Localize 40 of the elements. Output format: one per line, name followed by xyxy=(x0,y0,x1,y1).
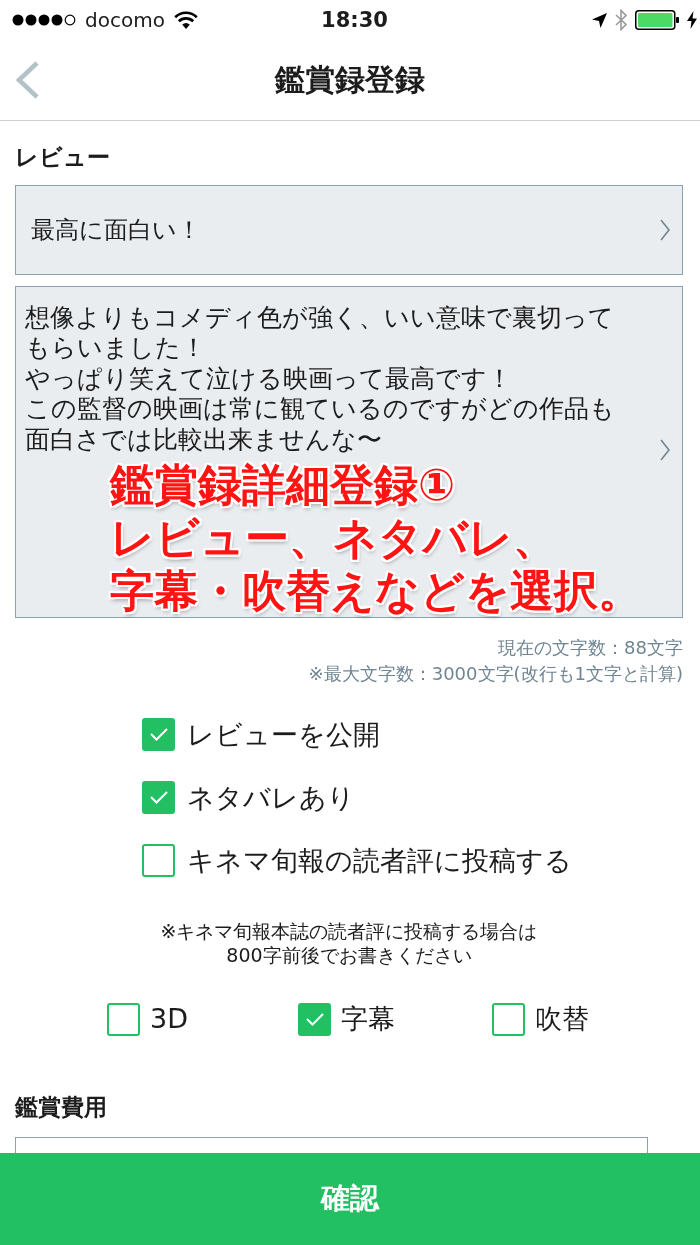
checkbox-label: キネマ旬報の読者評に投稿する xyxy=(187,843,572,878)
checkbox[interactable] xyxy=(142,718,175,751)
char-limit-text: ※最大文字数：3000文字(改行も1文字と計算) xyxy=(308,662,683,686)
checkbox[interactable] xyxy=(492,1002,525,1036)
chevron-right-icon xyxy=(660,218,670,241)
callout-text: 字幕・吹替えなどを選択。 xyxy=(110,564,642,617)
checkbox[interactable] xyxy=(298,1002,331,1036)
charging-bolt-icon xyxy=(687,11,697,29)
checkmark-icon xyxy=(305,1012,324,1026)
checkbox[interactable] xyxy=(142,844,175,877)
chevron-right-icon xyxy=(660,438,670,461)
review-title-text: 最高に面白い！ xyxy=(31,214,201,245)
checkbox[interactable] xyxy=(107,1002,140,1036)
review-title-field[interactable]: 最高に面白い！ xyxy=(15,185,683,275)
checkbox-label: レビューを公開 xyxy=(187,717,380,752)
page-title: 鑑賞録登録 xyxy=(275,61,425,99)
back-button[interactable] xyxy=(15,60,41,100)
checkbox-label: 吹替 xyxy=(535,1002,589,1036)
battery-icon xyxy=(635,10,679,30)
carrier-name: docomo xyxy=(85,8,165,32)
chevron-left-icon xyxy=(16,61,40,99)
checkbox-label: 字幕 xyxy=(341,1002,395,1036)
checkbox[interactable] xyxy=(142,781,175,814)
signal-strength-icon xyxy=(12,14,76,26)
callout-text: レビュー、ネタバレ、 xyxy=(110,511,557,564)
section-label: レビュー xyxy=(15,143,110,172)
checkmark-icon xyxy=(149,728,168,741)
location-arrow-icon xyxy=(592,12,607,28)
section-label: 鑑賞費用 xyxy=(15,1093,107,1122)
bluetooth-icon xyxy=(615,9,627,31)
checkbox-label: 3D xyxy=(150,1002,188,1036)
checkmark-icon xyxy=(149,791,168,804)
callout-title: 鑑賞録詳細登録① xyxy=(110,458,456,511)
wifi-icon xyxy=(173,11,198,29)
status-time: 18:30 xyxy=(321,8,388,32)
char-count-text: 現在の文字数：88文字 xyxy=(498,636,683,660)
review-body-text: 想像よりもコメディ色が強く、いい意味で裏切って もらいました！ やっぱり笑えて泣ける映画って最高です！ この監督の映画は常に観ているのですがどの作品も 面白さでは比較出来ませんな〜 xyxy=(25,302,615,456)
cost-input-field[interactable] xyxy=(15,1137,648,1153)
note-text: ※キネマ旬報本誌の読者評に投稿する場合は 800字前後でお書きください xyxy=(160,919,538,967)
checkbox-label: ネタバレあり xyxy=(187,780,355,815)
